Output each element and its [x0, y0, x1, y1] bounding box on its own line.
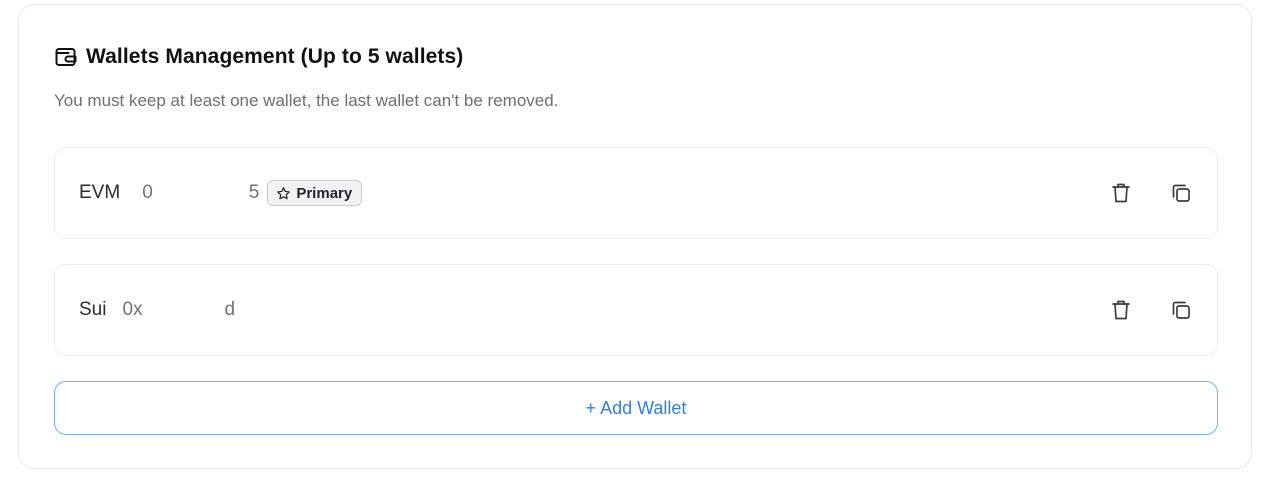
wallet-actions: [1105, 177, 1197, 209]
wallet-address-start: 0x: [122, 299, 143, 320]
wallet-actions: [1105, 294, 1197, 326]
copy-icon[interactable]: [1165, 177, 1197, 209]
wallet-row: EVM 0 5 Primary: [54, 147, 1218, 239]
card-subtitle: You must keep at least one wallet, the l…: [54, 91, 559, 110]
wallet-row: Sui 0x d: [54, 264, 1218, 356]
star-icon: [276, 186, 291, 201]
wallet-address-end: d: [224, 299, 236, 320]
copy-icon[interactable]: [1165, 294, 1197, 326]
wallet-chain-label: Sui: [79, 299, 107, 320]
page-title: Wallets Management (Up to 5 wallets): [86, 45, 464, 68]
wallet-icon: [54, 45, 78, 69]
trash-icon[interactable]: [1105, 294, 1137, 326]
card-header: Wallets Management (Up to 5 wallets): [54, 45, 463, 69]
badge-label: Primary: [296, 184, 353, 202]
wallets-management-card: Wallets Management (Up to 5 wallets) You…: [18, 4, 1252, 469]
add-wallet-button[interactable]: + Add Wallet: [54, 381, 1218, 435]
wallet-chain-label: EVM: [79, 182, 121, 203]
wallet-address-start: 0: [142, 182, 153, 203]
wallet-address-end: 5: [248, 182, 260, 203]
trash-icon[interactable]: [1105, 177, 1137, 209]
primary-badge: Primary: [267, 180, 363, 206]
